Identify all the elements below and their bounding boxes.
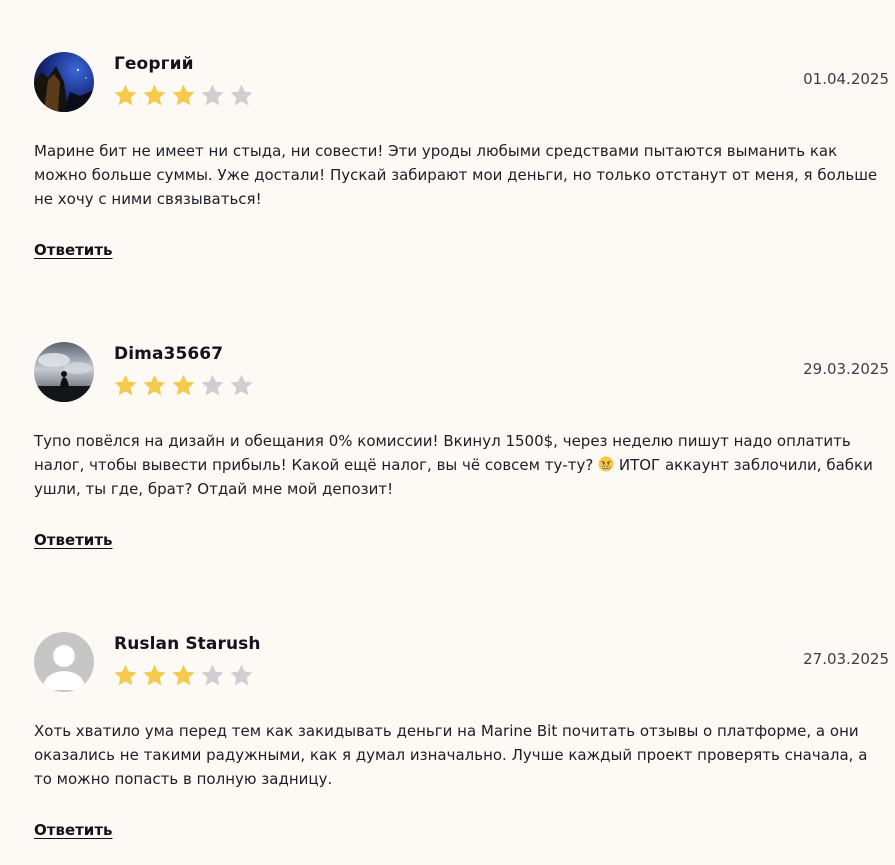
star-empty-icon [230, 664, 253, 686]
author-name: Dima35667 [114, 344, 224, 364]
review-header: Dima35667 29.03.2025 [34, 342, 889, 402]
silhouette-sky-avatar-icon [34, 342, 94, 402]
star-filled-icon [143, 84, 166, 106]
author-name: Ruslan Starush [114, 634, 261, 654]
night-photo-avatar-icon [34, 52, 94, 112]
review-text: Марине бит не имеет ни стыда, ни совести… [34, 142, 878, 208]
star-filled-icon [143, 374, 166, 396]
review-item: Dima35667 29.03.2025 Тупо повёлся на диз… [34, 342, 889, 549]
review-item: Георгий 01.04.2025 Марине бит не имеет н… [34, 52, 889, 259]
reply-button[interactable]: Ответить [34, 241, 113, 259]
review-date: 01.04.2025 [803, 70, 889, 88]
reply-button[interactable]: Ответить [34, 821, 113, 839]
star-empty-icon [230, 374, 253, 396]
review-date: 27.03.2025 [803, 650, 889, 668]
star-filled-icon [143, 664, 166, 686]
default-user-avatar-icon [34, 632, 94, 692]
review-text: Тупо повёлся на дизайн и обещания 0% ком… [34, 429, 889, 501]
star-empty-icon [230, 84, 253, 106]
author-name: Георгий [114, 54, 194, 74]
avatar [34, 342, 94, 402]
star-empty-icon [201, 84, 224, 106]
star-empty-icon [201, 664, 224, 686]
star-rating [113, 663, 254, 688]
star-filled-icon [172, 374, 195, 396]
star-filled-icon [172, 84, 195, 106]
star-rating [113, 83, 254, 108]
review-header: Ruslan Starush 27.03.2025 [34, 632, 889, 692]
star-empty-icon [201, 374, 224, 396]
review-item: Ruslan Starush 27.03.2025 Хоть хватило у… [34, 632, 889, 839]
star-filled-icon [114, 84, 137, 106]
angry-face-emoji-icon [598, 456, 614, 472]
star-rating [113, 373, 254, 398]
avatar [34, 632, 94, 692]
reviews-list: Георгий 01.04.2025 Марине бит не имеет н… [0, 0, 895, 865]
review-header: Георгий 01.04.2025 [34, 52, 889, 112]
star-filled-icon [172, 664, 195, 686]
star-filled-icon [114, 374, 137, 396]
reply-button[interactable]: Ответить [34, 531, 113, 549]
avatar [34, 52, 94, 112]
star-filled-icon [114, 664, 137, 686]
review-date: 29.03.2025 [803, 360, 889, 378]
review-text: Хоть хватило ума перед тем как закидыват… [34, 722, 868, 788]
